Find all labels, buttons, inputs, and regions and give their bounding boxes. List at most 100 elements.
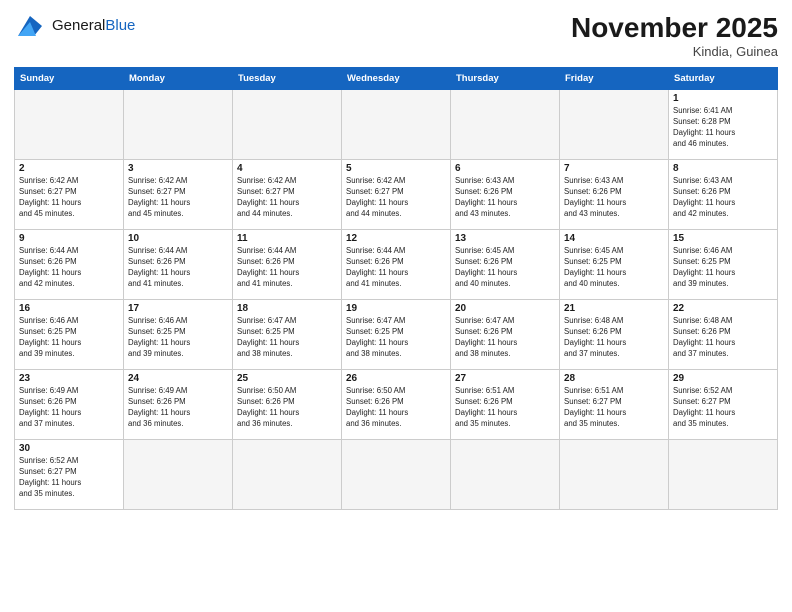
- day-number: 5: [346, 163, 446, 174]
- calendar-cell: [560, 440, 669, 510]
- day-number: 18: [237, 303, 337, 314]
- month-title: November 2025: [571, 12, 778, 44]
- calendar-cell: 13 Sunrise: 6:45 AM Sunset: 6:26 PM Dayli…: [451, 230, 560, 300]
- calendar-cell: [342, 90, 451, 160]
- day-info: Sunrise: 6:52 AM Sunset: 6:27 PM Dayligh…: [19, 456, 119, 500]
- day-info: Sunrise: 6:45 AM Sunset: 6:26 PM Dayligh…: [455, 246, 555, 290]
- day-info: Sunrise: 6:46 AM Sunset: 6:25 PM Dayligh…: [19, 316, 119, 360]
- logo: GeneralBlue: [14, 12, 135, 40]
- calendar-cell: 25 Sunrise: 6:50 AM Sunset: 6:26 PM Dayli…: [233, 370, 342, 440]
- day-number: 30: [19, 443, 119, 454]
- header-cell: Monday: [124, 68, 233, 90]
- day-number: 20: [455, 303, 555, 314]
- day-number: 13: [455, 233, 555, 244]
- calendar-cell: 30 Sunrise: 6:52 AM Sunset: 6:27 PM Dayli…: [15, 440, 124, 510]
- day-number: 7: [564, 163, 664, 174]
- day-info: Sunrise: 6:48 AM Sunset: 6:26 PM Dayligh…: [564, 316, 664, 360]
- day-number: 21: [564, 303, 664, 314]
- calendar-header: SundayMondayTuesdayWednesdayThursdayFrid…: [15, 68, 778, 90]
- day-number: 17: [128, 303, 228, 314]
- day-info: Sunrise: 6:44 AM Sunset: 6:26 PM Dayligh…: [19, 246, 119, 290]
- calendar-cell: 8 Sunrise: 6:43 AM Sunset: 6:26 PM Daylig…: [669, 160, 778, 230]
- calendar-cell: 4 Sunrise: 6:42 AM Sunset: 6:27 PM Daylig…: [233, 160, 342, 230]
- day-info: Sunrise: 6:42 AM Sunset: 6:27 PM Dayligh…: [237, 176, 337, 220]
- calendar-cell: 23Sunrise: 6:49 AM Sunset: 6:26 PM Dayli…: [15, 370, 124, 440]
- day-info: Sunrise: 6:51 AM Sunset: 6:26 PM Dayligh…: [455, 386, 555, 430]
- day-number: 26: [346, 373, 446, 384]
- day-info: Sunrise: 6:51 AM Sunset: 6:27 PM Dayligh…: [564, 386, 664, 430]
- calendar-cell: 2 Sunrise: 6:42 AM Sunset: 6:27 PM Daylig…: [15, 160, 124, 230]
- calendar-cell: 15Sunrise: 6:46 AM Sunset: 6:25 PM Dayli…: [669, 230, 778, 300]
- calendar-cell: 20Sunrise: 6:47 AM Sunset: 6:26 PM Dayli…: [451, 300, 560, 370]
- header-cell: Tuesday: [233, 68, 342, 90]
- calendar-cell: 11Sunrise: 6:44 AM Sunset: 6:26 PM Dayli…: [233, 230, 342, 300]
- day-number: 29: [673, 373, 773, 384]
- day-info: Sunrise: 6:42 AM Sunset: 6:27 PM Dayligh…: [346, 176, 446, 220]
- day-number: 6: [455, 163, 555, 174]
- calendar-cell: 9 Sunrise: 6:44 AM Sunset: 6:26 PM Daylig…: [15, 230, 124, 300]
- calendar-row: 30 Sunrise: 6:52 AM Sunset: 6:27 PM Dayli…: [15, 440, 778, 510]
- day-number: 24: [128, 373, 228, 384]
- calendar-cell: 19Sunrise: 6:47 AM Sunset: 6:25 PM Dayli…: [342, 300, 451, 370]
- calendar-cell: [233, 440, 342, 510]
- calendar-cell: [669, 440, 778, 510]
- calendar-row: 2 Sunrise: 6:42 AM Sunset: 6:27 PM Daylig…: [15, 160, 778, 230]
- day-info: Sunrise: 6:44 AM Sunset: 6:26 PM Dayligh…: [128, 246, 228, 290]
- calendar-row: 9 Sunrise: 6:44 AM Sunset: 6:26 PM Daylig…: [15, 230, 778, 300]
- calendar-cell: 18Sunrise: 6:47 AM Sunset: 6:25 PM Dayli…: [233, 300, 342, 370]
- logo-text: GeneralBlue: [52, 18, 135, 35]
- calendar-row: 16 Sunrise: 6:46 AM Sunset: 6:25 PM Dayli…: [15, 300, 778, 370]
- day-info: Sunrise: 6:43 AM Sunset: 6:26 PM Dayligh…: [673, 176, 773, 220]
- day-info: Sunrise: 6:45 AM Sunset: 6:25 PM Dayligh…: [564, 246, 664, 290]
- day-number: 15: [673, 233, 773, 244]
- calendar-cell: [451, 90, 560, 160]
- calendar-row: 23Sunrise: 6:49 AM Sunset: 6:26 PM Dayli…: [15, 370, 778, 440]
- day-number: 12: [346, 233, 446, 244]
- day-number: 1: [673, 93, 773, 104]
- header-cell: Friday: [560, 68, 669, 90]
- calendar-cell: 7 Sunrise: 6:43 AM Sunset: 6:26 PM Daylig…: [560, 160, 669, 230]
- day-info: Sunrise: 6:49 AM Sunset: 6:26 PM Dayligh…: [19, 386, 119, 430]
- calendar-cell: 1 Sunrise: 6:41 AM Sunset: 6:28 PM Daylig…: [669, 90, 778, 160]
- calendar-cell: 26Sunrise: 6:50 AM Sunset: 6:26 PM Dayli…: [342, 370, 451, 440]
- header-row: SundayMondayTuesdayWednesdayThursdayFrid…: [15, 68, 778, 90]
- calendar-cell: [124, 440, 233, 510]
- calendar-cell: 21 Sunrise: 6:48 AM Sunset: 6:26 PM Dayli…: [560, 300, 669, 370]
- header-cell: Sunday: [15, 68, 124, 90]
- day-info: Sunrise: 6:43 AM Sunset: 6:26 PM Dayligh…: [564, 176, 664, 220]
- day-info: Sunrise: 6:50 AM Sunset: 6:26 PM Dayligh…: [237, 386, 337, 430]
- day-info: Sunrise: 6:43 AM Sunset: 6:26 PM Dayligh…: [455, 176, 555, 220]
- day-info: Sunrise: 6:46 AM Sunset: 6:25 PM Dayligh…: [128, 316, 228, 360]
- day-number: 25: [237, 373, 337, 384]
- day-number: 8: [673, 163, 773, 174]
- calendar-cell: [342, 440, 451, 510]
- calendar-cell: 27Sunrise: 6:51 AM Sunset: 6:26 PM Dayli…: [451, 370, 560, 440]
- calendar-cell: 5 Sunrise: 6:42 AM Sunset: 6:27 PM Daylig…: [342, 160, 451, 230]
- day-number: 14: [564, 233, 664, 244]
- calendar-body: 1 Sunrise: 6:41 AM Sunset: 6:28 PM Daylig…: [15, 90, 778, 510]
- calendar-cell: 17 Sunrise: 6:46 AM Sunset: 6:25 PM Dayli…: [124, 300, 233, 370]
- header-cell: Saturday: [669, 68, 778, 90]
- calendar-cell: 10Sunrise: 6:44 AM Sunset: 6:26 PM Dayli…: [124, 230, 233, 300]
- calendar-cell: 3Sunrise: 6:42 AM Sunset: 6:27 PM Daylig…: [124, 160, 233, 230]
- calendar-cell: 28Sunrise: 6:51 AM Sunset: 6:27 PM Dayli…: [560, 370, 669, 440]
- location: Kindia, Guinea: [571, 44, 778, 59]
- title-block: November 2025 Kindia, Guinea: [571, 12, 778, 59]
- day-number: 19: [346, 303, 446, 314]
- calendar-row: 1 Sunrise: 6:41 AM Sunset: 6:28 PM Daylig…: [15, 90, 778, 160]
- day-number: 4: [237, 163, 337, 174]
- calendar-cell: [560, 90, 669, 160]
- day-info: Sunrise: 6:42 AM Sunset: 6:27 PM Dayligh…: [128, 176, 228, 220]
- day-info: Sunrise: 6:44 AM Sunset: 6:26 PM Dayligh…: [346, 246, 446, 290]
- day-info: Sunrise: 6:42 AM Sunset: 6:27 PM Dayligh…: [19, 176, 119, 220]
- calendar-cell: [451, 440, 560, 510]
- day-number: 9: [19, 233, 119, 244]
- page: GeneralBlue November 2025 Kindia, Guinea…: [0, 0, 792, 612]
- calendar-cell: 12 Sunrise: 6:44 AM Sunset: 6:26 PM Dayli…: [342, 230, 451, 300]
- day-number: 22: [673, 303, 773, 314]
- day-info: Sunrise: 6:41 AM Sunset: 6:28 PM Dayligh…: [673, 106, 773, 150]
- calendar-cell: [233, 90, 342, 160]
- logo-blue: Blue: [105, 17, 135, 34]
- day-number: 16: [19, 303, 119, 314]
- day-number: 2: [19, 163, 119, 174]
